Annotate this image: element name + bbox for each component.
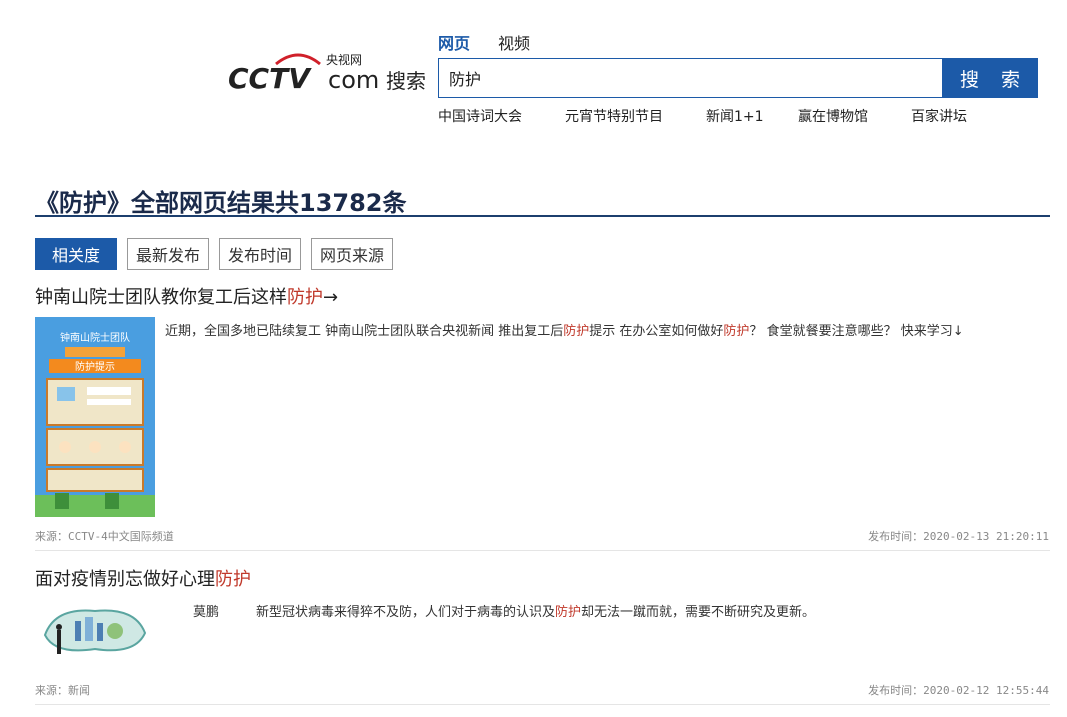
tab-video[interactable]: 视频 <box>498 30 530 54</box>
logo-cn-text: 央视网 <box>326 52 362 67</box>
title-arrow: → <box>323 287 339 308</box>
result-title-link[interactable]: 钟南山院士团队教你复工后这样防护→ <box>35 283 338 309</box>
result-thumbnail[interactable] <box>35 597 155 667</box>
heading-divider <box>35 215 1050 217</box>
desc-highlight: 防护 <box>723 324 750 339</box>
hot-link[interactable]: 中国诗词大会 <box>438 106 565 126</box>
result-divider <box>35 550 1050 551</box>
logo-sub-text: 搜索 <box>386 69 426 93</box>
thumb-title-text: 钟南山院士团队 <box>60 331 130 344</box>
result-description: 新型冠状病毒来得猝不及防，人们对于病毒的认识及防护却无法一蹴而就，需要不断研究及… <box>256 601 815 620</box>
search-bar: 搜 索 <box>438 58 1038 98</box>
hot-link[interactable]: 百家讲坛 <box>911 106 967 126</box>
hot-link[interactable]: 新闻1+1 <box>706 106 798 126</box>
cctv-logo[interactable]: CCTV com 央视网 搜索 <box>228 50 428 98</box>
desc-text: 提示 在办公室如何做好 <box>589 324 724 339</box>
desc-highlight: 防护 <box>563 324 590 339</box>
thumb-badge-text: 防护提示 <box>75 360 115 373</box>
result-source: 来源：CCTV-4中文国际频道 <box>35 530 174 543</box>
hot-links: 中国诗词大会 元宵节特别节目 新闻1+1 赢在博物馆 百家讲坛 <box>438 106 967 126</box>
desc-text: ？ 食堂就餐要注意哪些？ 快来学习↓ <box>749 324 964 339</box>
result-thumbnail[interactable]: 钟南山院士团队 防护提示 <box>35 317 155 517</box>
title-highlight: 防护 <box>287 287 323 308</box>
desc-text: 近期，全国多地已陆续复工 钟南山院士团队联合央视新闻 推出复工后 <box>165 324 564 339</box>
title-text: 钟南山院士团队教你复工后这样 <box>35 287 287 308</box>
result-publish-time: 发布时间：2020-02-13 21:20:11 <box>868 530 1049 543</box>
search-input[interactable] <box>438 58 942 98</box>
hot-link[interactable]: 赢在博物馆 <box>798 106 911 126</box>
search-type-tabs: 网页 视频 <box>438 30 530 54</box>
desc-highlight: 防护 <box>555 605 582 620</box>
title-text: 面对疫情别忘做好心理 <box>35 569 215 590</box>
logo-cctv-text: CCTV <box>228 62 312 95</box>
sort-relevance-button[interactable]: 相关度 <box>35 238 118 270</box>
sort-publish-time-button[interactable]: 发布时间 <box>219 238 302 270</box>
tab-webpage[interactable]: 网页 <box>438 30 470 54</box>
result-count-heading: 《防护》全部网页结果共13782条 <box>35 189 407 217</box>
result-author: 莫鹏 <box>193 605 220 620</box>
result-title-link[interactable]: 面对疫情别忘做好心理防护 <box>35 565 251 591</box>
sort-latest-button[interactable]: 最新发布 <box>127 238 210 270</box>
title-highlight: 防护 <box>215 569 251 590</box>
result-description: 近期，全国多地已陆续复工 钟南山院士团队联合央视新闻 推出复工后防护提示 在办公… <box>165 320 964 339</box>
sort-bar: 相关度 最新发布 发布时间 网页来源 <box>35 238 394 270</box>
search-button[interactable]: 搜 索 <box>942 58 1038 98</box>
result-divider <box>35 704 1050 705</box>
desc-text: 新型冠状病毒来得猝不及防，人们对于病毒的认识及 <box>256 605 556 620</box>
result-source: 来源：新闻 <box>35 684 90 697</box>
result-publish-time: 发布时间：2020-02-12 12:55:44 <box>868 684 1049 697</box>
hot-link[interactable]: 元宵节特别节目 <box>565 106 706 126</box>
sort-source-button[interactable]: 网页来源 <box>311 238 394 270</box>
logo-com-text: com <box>328 66 379 94</box>
desc-text: 却无法一蹴而就，需要不断研究及更新。 <box>581 605 816 620</box>
